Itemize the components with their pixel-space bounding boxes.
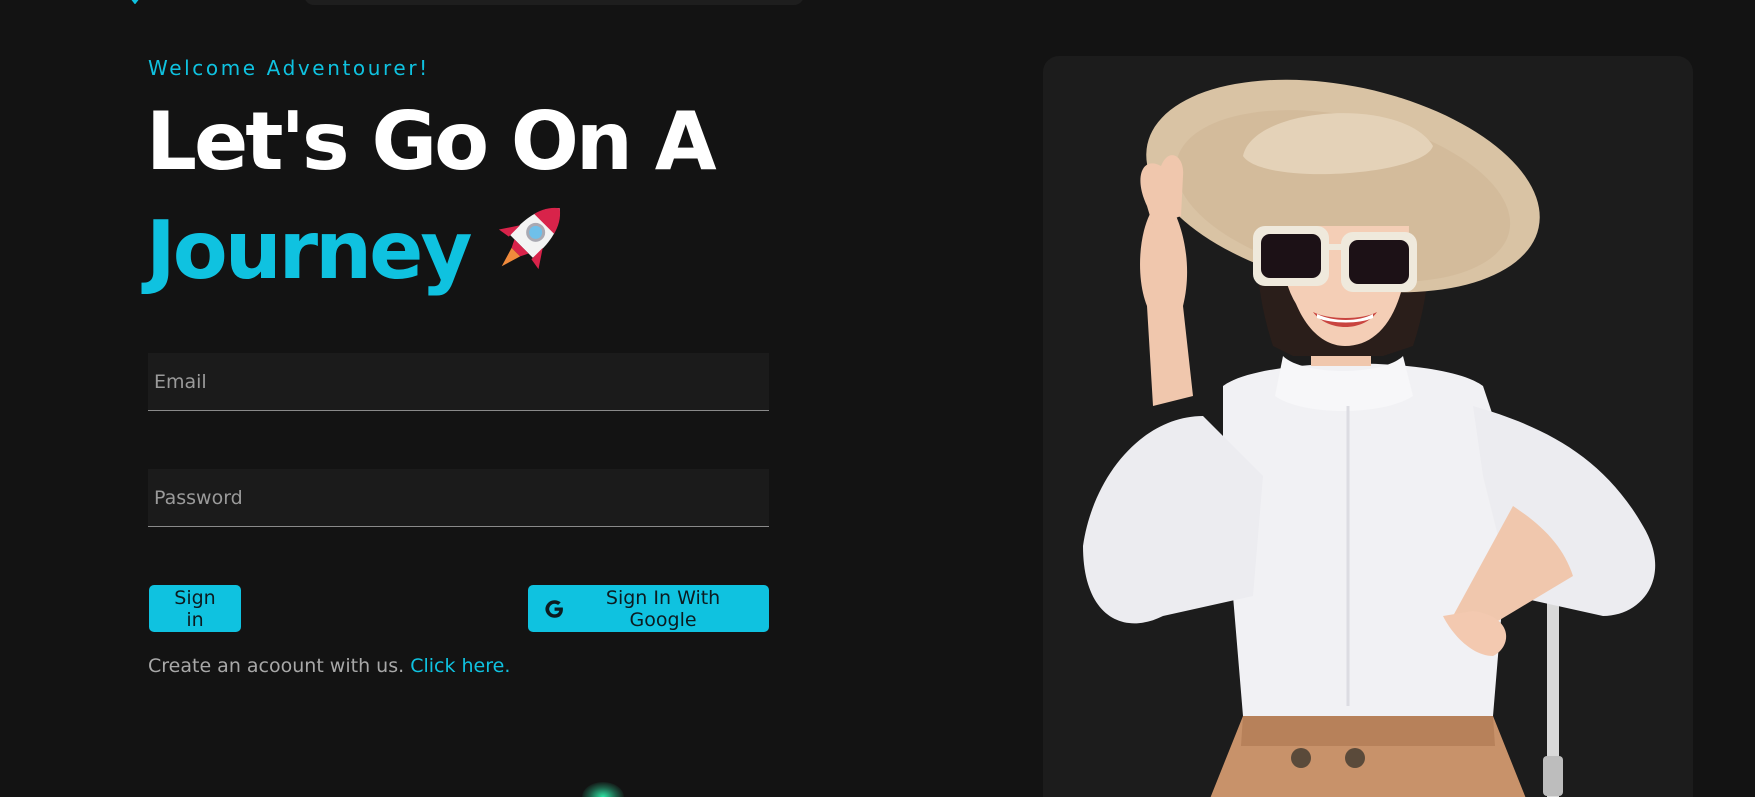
traveler-woman-photo	[1083, 79, 1656, 797]
headline-line2: Journey	[146, 192, 714, 301]
signup-prompt: Create an acoount with us. Click here.	[148, 655, 510, 677]
login-page: Welcome Adventourer! Let's Go On A Journ…	[0, 0, 1755, 797]
sign-in-button[interactable]: Sign in	[149, 585, 241, 632]
google-g-icon	[545, 599, 563, 618]
headline-journey: Journey	[146, 204, 472, 297]
signup-text: Create an acoount with us.	[148, 655, 405, 677]
rocket-icon	[498, 207, 560, 270]
hero-image-card	[1043, 56, 1693, 797]
sign-in-label: Sign in	[174, 586, 216, 631]
compass-icon[interactable]	[122, 0, 148, 4]
glow-decoration	[582, 782, 624, 797]
google-sign-in-button[interactable]: Sign In With Google	[528, 585, 769, 632]
headline-line1: Let's Go On A	[146, 95, 717, 188]
google-sign-in-label: Sign In With Google	[605, 586, 721, 631]
search-bar[interactable]	[304, 0, 804, 5]
email-field[interactable]	[148, 353, 769, 411]
signup-link[interactable]: Click here.	[410, 655, 510, 677]
password-field[interactable]	[148, 469, 769, 527]
welcome-text: Welcome Adventourer!	[148, 56, 430, 80]
headline: Let's Go On A Journey	[146, 92, 717, 301]
